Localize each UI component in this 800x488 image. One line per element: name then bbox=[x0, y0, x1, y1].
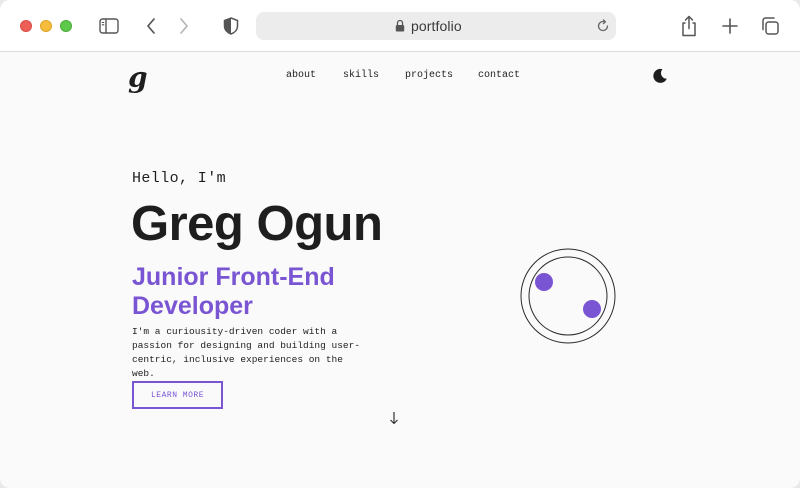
minimize-window-button[interactable] bbox=[40, 20, 52, 32]
moon-icon[interactable] bbox=[652, 68, 668, 89]
orbit-dot-left bbox=[535, 273, 553, 291]
chevron-left-icon[interactable] bbox=[139, 14, 163, 38]
site-logo[interactable]: g bbox=[128, 61, 148, 94]
arrow-down-icon[interactable] bbox=[388, 411, 400, 430]
sidebar-icon[interactable] bbox=[97, 14, 121, 38]
address-bar[interactable]: portfolio bbox=[256, 12, 616, 40]
portfolio-page: g about skills projects contact Hello, I… bbox=[0, 53, 800, 488]
orbit-dot-right bbox=[583, 300, 601, 318]
nav-link-contact[interactable]: contact bbox=[478, 70, 520, 81]
chevron-right-icon[interactable] bbox=[172, 14, 196, 38]
hero-greeting: Hello, I'm bbox=[132, 170, 227, 187]
shield-icon[interactable] bbox=[219, 14, 243, 38]
orbit-inner-ring bbox=[528, 256, 608, 336]
browser-window: portfolio g about skills projects contac… bbox=[0, 0, 800, 488]
browser-toolbar: portfolio bbox=[0, 0, 800, 52]
address-url: portfolio bbox=[411, 18, 462, 34]
orbit-outer-ring bbox=[520, 248, 616, 344]
hero-role: Junior Front-End Developer bbox=[132, 263, 335, 320]
share-icon[interactable] bbox=[677, 14, 701, 38]
close-window-button[interactable] bbox=[20, 20, 32, 32]
nav-link-skills[interactable]: skills bbox=[343, 70, 379, 81]
plus-icon[interactable] bbox=[718, 14, 742, 38]
zoom-window-button[interactable] bbox=[60, 20, 72, 32]
learn-more-button[interactable]: LEARN MORE bbox=[132, 381, 223, 409]
hero-name: Greg Ogun bbox=[131, 197, 383, 251]
reload-icon[interactable] bbox=[596, 19, 610, 38]
orbit-illustration bbox=[520, 248, 616, 344]
hero-bio: I'm a curiousity-driven coder with a pas… bbox=[132, 326, 361, 379]
lock-icon bbox=[395, 19, 405, 37]
nav-link-projects[interactable]: projects bbox=[405, 70, 453, 81]
nav-link-about[interactable]: about bbox=[286, 70, 316, 81]
tabs-icon[interactable] bbox=[758, 14, 782, 38]
